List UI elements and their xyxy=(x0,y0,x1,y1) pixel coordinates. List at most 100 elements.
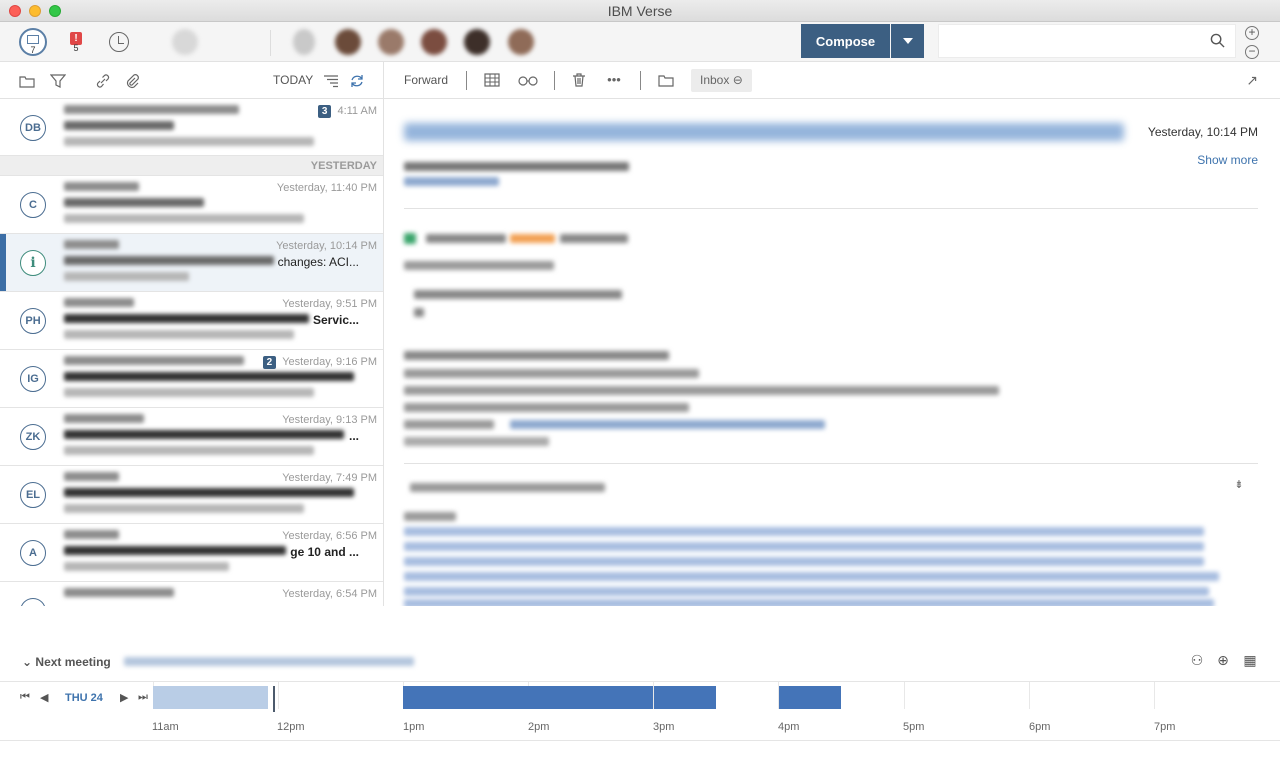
filter-icon[interactable] xyxy=(50,73,66,89)
meeting-detail-line xyxy=(404,420,494,429)
envelope-icon xyxy=(27,34,39,44)
contact-avatar[interactable] xyxy=(335,29,361,55)
list-item[interactable]: PH Yesterday, 9:51 PM Servic... xyxy=(0,292,383,350)
preview-line xyxy=(64,446,314,455)
message-subject xyxy=(404,123,1124,141)
hour-label: 6pm xyxy=(1029,721,1051,733)
time-label: Yesterday, 7:49 PM xyxy=(282,472,377,484)
list-item[interactable]: DB 3 4:11 AM xyxy=(0,99,383,156)
time-label: 2 Yesterday, 9:16 PM xyxy=(262,356,377,369)
meeting-block[interactable] xyxy=(153,686,268,709)
body-line xyxy=(426,234,506,243)
search-icon[interactable] xyxy=(1210,33,1225,48)
body-line xyxy=(414,290,622,299)
hour-label: 7pm xyxy=(1154,721,1176,733)
calendar-people-icon[interactable]: ⚇ xyxy=(1188,651,1206,669)
subject-line xyxy=(64,546,286,555)
needs-action-icon[interactable]: ! 5 xyxy=(62,28,90,56)
hour-gridline xyxy=(904,682,905,709)
subject-tail: changes: ACI... xyxy=(277,255,359,269)
forward-button[interactable]: Forward xyxy=(404,73,448,87)
list-item[interactable]: C Yesterday, 11:40 PM xyxy=(0,176,383,234)
last-day-icon[interactable]: ⏭ xyxy=(138,691,148,704)
next-day-icon[interactable]: ▶ xyxy=(120,691,128,704)
move-to-folder-icon[interactable] xyxy=(657,72,675,88)
table-icon[interactable] xyxy=(483,72,501,88)
hour-label: 4pm xyxy=(778,721,800,733)
list-item[interactable]: IG 2 Yesterday, 9:16 PM xyxy=(0,350,383,408)
invitee-list-line xyxy=(404,572,1219,581)
more-options-icon[interactable]: ••• xyxy=(605,72,623,88)
list-item-selected[interactable]: i Yesterday, 10:14 PM changes: ACI... xyxy=(0,234,383,292)
toolbar-divider xyxy=(270,30,271,56)
contact-avatar[interactable] xyxy=(421,29,447,55)
next-meeting-label: Next meeting xyxy=(35,655,111,669)
contact-avatar[interactable] xyxy=(293,29,315,55)
remove-tag-icon[interactable]: ⊖ xyxy=(733,73,743,87)
attachment-icon[interactable] xyxy=(124,73,140,89)
sender-avatar: ZK xyxy=(20,424,46,450)
waiting-for-icon[interactable] xyxy=(105,28,133,56)
timeline-day-label: THU 24 xyxy=(65,692,103,704)
preview-line xyxy=(64,137,314,146)
expand-icon[interactable]: ⇟ xyxy=(1230,477,1248,493)
sender-name xyxy=(64,588,174,597)
meeting-block[interactable] xyxy=(403,686,653,709)
show-more-link[interactable]: Show more xyxy=(1197,153,1258,167)
sort-list-icon[interactable] xyxy=(323,73,339,89)
meeting-block[interactable] xyxy=(779,686,841,709)
compose-button[interactable]: Compose xyxy=(801,24,890,58)
contact-avatar[interactable] xyxy=(378,29,404,55)
search-input[interactable] xyxy=(938,24,1236,58)
sort-today-label[interactable]: TODAY xyxy=(273,73,313,87)
hour-gridline xyxy=(1154,682,1155,709)
section-header-yesterday: YESTERDAY xyxy=(0,156,383,176)
list-item[interactable]: A Yesterday, 6:56 PM ge 10 and ... xyxy=(0,524,383,582)
sender-avatar: IG xyxy=(20,366,46,392)
meeting-link xyxy=(510,420,825,429)
list-item[interactable]: Yesterday, 6:54 PM xyxy=(0,582,383,606)
trash-icon[interactable] xyxy=(570,72,588,88)
inbox-folder-tag[interactable]: Inbox ⊖ xyxy=(691,69,752,92)
refresh-icon[interactable] xyxy=(349,73,365,89)
hour-label: 1pm xyxy=(403,721,425,733)
contact-avatar[interactable] xyxy=(464,29,490,55)
previous-day-icon[interactable]: ◀ xyxy=(40,691,48,704)
subject-line xyxy=(64,488,354,497)
first-day-icon[interactable]: ⏮ xyxy=(20,691,30,704)
preview-line xyxy=(64,504,304,513)
meeting-detail-line xyxy=(404,386,999,395)
link-icon[interactable] xyxy=(95,73,111,89)
contact-avatar[interactable] xyxy=(508,29,534,55)
sender-avatar xyxy=(20,598,46,606)
chevron-down-icon: ⌄ xyxy=(22,655,33,669)
popout-icon[interactable]: ↗ xyxy=(1246,72,1258,89)
mail-count-badge: 7 xyxy=(30,45,36,55)
list-item[interactable]: ZK Yesterday, 9:13 PM ... xyxy=(0,408,383,466)
cc-line xyxy=(404,177,499,186)
glasses-icon[interactable] xyxy=(517,72,539,88)
invitee-list-line xyxy=(404,527,1204,536)
folder-icon[interactable] xyxy=(19,73,35,89)
next-meeting-toggle[interactable]: ⌄ Next meeting xyxy=(22,655,111,669)
subject-tail: Servic... xyxy=(312,313,359,327)
sender-avatar: A xyxy=(20,540,46,566)
add-event-icon[interactable]: ⊕ xyxy=(1214,651,1232,669)
meeting-block[interactable] xyxy=(654,686,716,709)
list-item[interactable]: EL Yesterday, 7:49 PM xyxy=(0,466,383,524)
subject-line xyxy=(64,372,354,381)
sender-name xyxy=(64,105,239,114)
hour-label: 12pm xyxy=(277,721,305,733)
sender-avatar: PH xyxy=(20,308,46,334)
invitees-label xyxy=(404,512,456,521)
zoom-out-icon[interactable]: − xyxy=(1245,45,1259,59)
hour-gridline xyxy=(1029,682,1030,709)
zoom-in-icon[interactable]: + xyxy=(1245,26,1259,40)
people-icon[interactable] xyxy=(172,29,198,55)
preview-line xyxy=(64,562,229,571)
compose-dropdown-button[interactable] xyxy=(891,24,924,58)
body-line xyxy=(414,308,424,317)
mail-icon[interactable]: 7 xyxy=(19,28,47,56)
subject-tail: ge 10 and ... xyxy=(290,545,359,559)
calendar-grid-icon[interactable]: ▦ xyxy=(1241,651,1259,669)
